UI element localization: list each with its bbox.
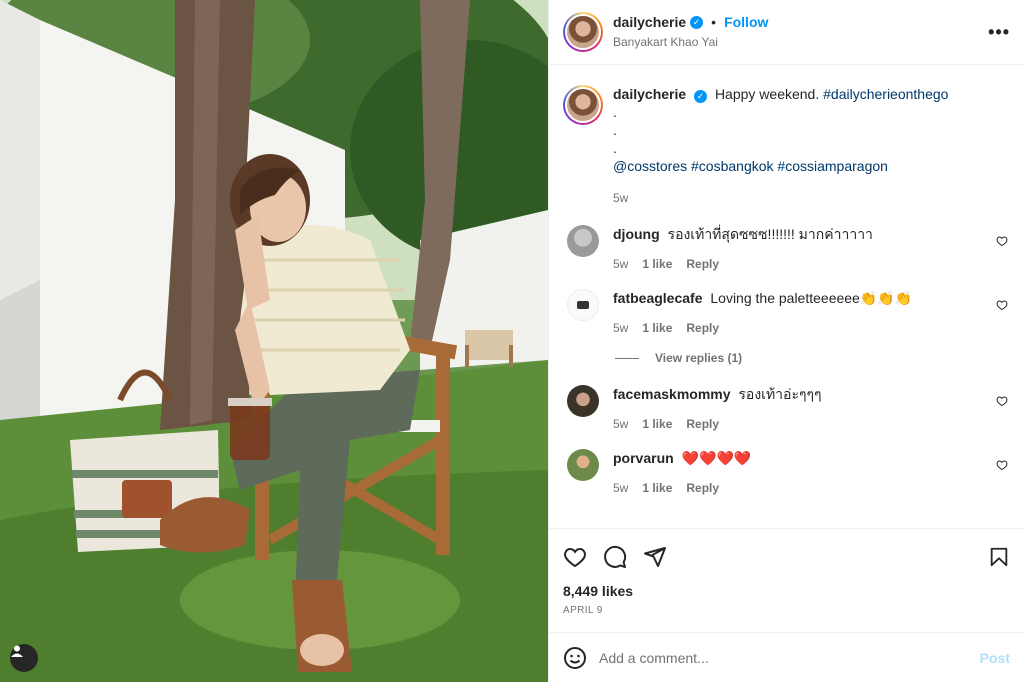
comment-time[interactable]: 5w xyxy=(613,255,628,273)
replies-divider xyxy=(615,357,639,359)
caption-mention[interactable]: @cosstores xyxy=(613,158,687,174)
post-photo[interactable] xyxy=(0,0,548,682)
comment-username[interactable]: porvarun xyxy=(613,450,674,466)
commenter-avatar[interactable] xyxy=(567,449,599,481)
paper-plane-icon xyxy=(644,547,666,567)
person-icon xyxy=(11,645,23,657)
post-comment-button[interactable]: Post xyxy=(980,650,1010,666)
comment-input[interactable] xyxy=(599,649,980,666)
add-comment-bar: Post xyxy=(549,632,1024,682)
verified-badge-icon: ✓ xyxy=(690,15,704,29)
separator-dot: • xyxy=(711,14,717,30)
post-actions: 8,449 likes APRIL 9 xyxy=(549,528,1024,632)
caption-dot: . xyxy=(613,140,617,156)
view-replies-button[interactable]: View replies (1) xyxy=(615,351,1010,365)
comment-likes[interactable]: 1 like xyxy=(642,255,672,273)
reply-button[interactable]: Reply xyxy=(686,415,719,433)
post-header: dailycherie ✓ • Follow Banyakart Khao Ya… xyxy=(549,0,1024,65)
commenter-avatar[interactable] xyxy=(567,385,599,417)
comment-time[interactable]: 5w xyxy=(613,479,628,497)
comment-text: รองเท้าที่สุดซซซ!!!!!!! มากค่าาาาา xyxy=(667,226,873,242)
like-comment-heart-icon[interactable] xyxy=(996,235,1008,247)
comment-likes[interactable]: 1 like xyxy=(642,479,672,497)
verified-badge-icon: ✓ xyxy=(694,89,708,103)
comment-text: Loving the paletteeeeee👏👏👏 xyxy=(710,290,913,306)
emoji-icon[interactable] xyxy=(563,646,587,670)
comment-item: porvarun ❤️❤️❤️❤️ 5w 1 like Reply xyxy=(563,449,1010,497)
caption-text: Happy weekend. xyxy=(714,86,820,102)
caption-username[interactable]: dailycherie xyxy=(613,86,686,102)
photo-illustration xyxy=(0,0,548,682)
like-button[interactable] xyxy=(563,537,603,577)
reply-button[interactable]: Reply xyxy=(686,319,719,337)
more-options-button[interactable]: ••• xyxy=(988,22,1010,43)
view-replies-label[interactable]: View replies (1) xyxy=(655,351,742,365)
comment-text: รองเท้าอ่ะๆๆๆ xyxy=(738,386,822,402)
user-tag-button[interactable] xyxy=(10,644,38,672)
commenter-avatar[interactable] xyxy=(567,289,599,321)
author-username[interactable]: dailycherie xyxy=(613,13,686,31)
comment-item: fatbeaglecafe Loving the paletteeeeee👏👏👏… xyxy=(563,289,1010,337)
caption: dailycherie ✓ Happy weekend. #dailycheri… xyxy=(563,85,1010,207)
comments-list[interactable]: dailycherie ✓ Happy weekend. #dailycheri… xyxy=(549,65,1024,528)
commenter-avatar[interactable] xyxy=(567,225,599,257)
caption-dot: . xyxy=(613,104,617,120)
save-button[interactable] xyxy=(970,537,1010,577)
caption-hashtag[interactable]: #cosbangkok xyxy=(691,158,774,174)
comment-text: ❤️❤️❤️❤️ xyxy=(681,450,752,466)
like-comment-heart-icon[interactable] xyxy=(996,395,1008,407)
comment-button[interactable] xyxy=(603,537,643,577)
like-comment-heart-icon[interactable] xyxy=(996,459,1008,471)
reply-button[interactable]: Reply xyxy=(686,479,719,497)
reply-button[interactable]: Reply xyxy=(686,255,719,273)
caption-hashtag[interactable]: #dailycherieonthego xyxy=(823,86,948,102)
share-button[interactable] xyxy=(643,537,683,577)
post-location[interactable]: Banyakart Khao Yai xyxy=(613,33,768,51)
caption-dot: . xyxy=(613,122,617,138)
comment-bubble-icon xyxy=(604,545,627,568)
comment-item: djoung รองเท้าที่สุดซซซ!!!!!!! มากค่าาาา… xyxy=(563,225,1010,273)
comment-likes[interactable]: 1 like xyxy=(642,415,672,433)
bookmark-icon xyxy=(990,547,1008,567)
comment-username[interactable]: fatbeaglecafe xyxy=(613,290,702,306)
instagram-post-view: dailycherie ✓ • Follow Banyakart Khao Ya… xyxy=(0,0,1024,682)
post-side-panel: dailycherie ✓ • Follow Banyakart Khao Ya… xyxy=(548,0,1024,682)
likes-count[interactable]: 8,449 likes xyxy=(563,583,1010,599)
like-comment-heart-icon[interactable] xyxy=(996,299,1008,311)
comment-username[interactable]: djoung xyxy=(613,226,660,242)
author-avatar[interactable] xyxy=(563,12,603,52)
caption-hashtag[interactable]: #cossiamparagon xyxy=(777,158,888,174)
comment-username[interactable]: facemaskmommy xyxy=(613,386,731,402)
comment-likes[interactable]: 1 like xyxy=(642,319,672,337)
caption-avatar[interactable] xyxy=(563,85,603,125)
caption-time[interactable]: 5w xyxy=(613,189,628,207)
comment-time[interactable]: 5w xyxy=(613,319,628,337)
post-date[interactable]: APRIL 9 xyxy=(563,605,1010,616)
follow-button[interactable]: Follow xyxy=(724,13,768,31)
heart-icon xyxy=(564,547,586,568)
comment-time[interactable]: 5w xyxy=(613,415,628,433)
comment-item: facemaskmommy รองเท้าอ่ะๆๆๆ 5w 1 like Re… xyxy=(563,385,1010,433)
